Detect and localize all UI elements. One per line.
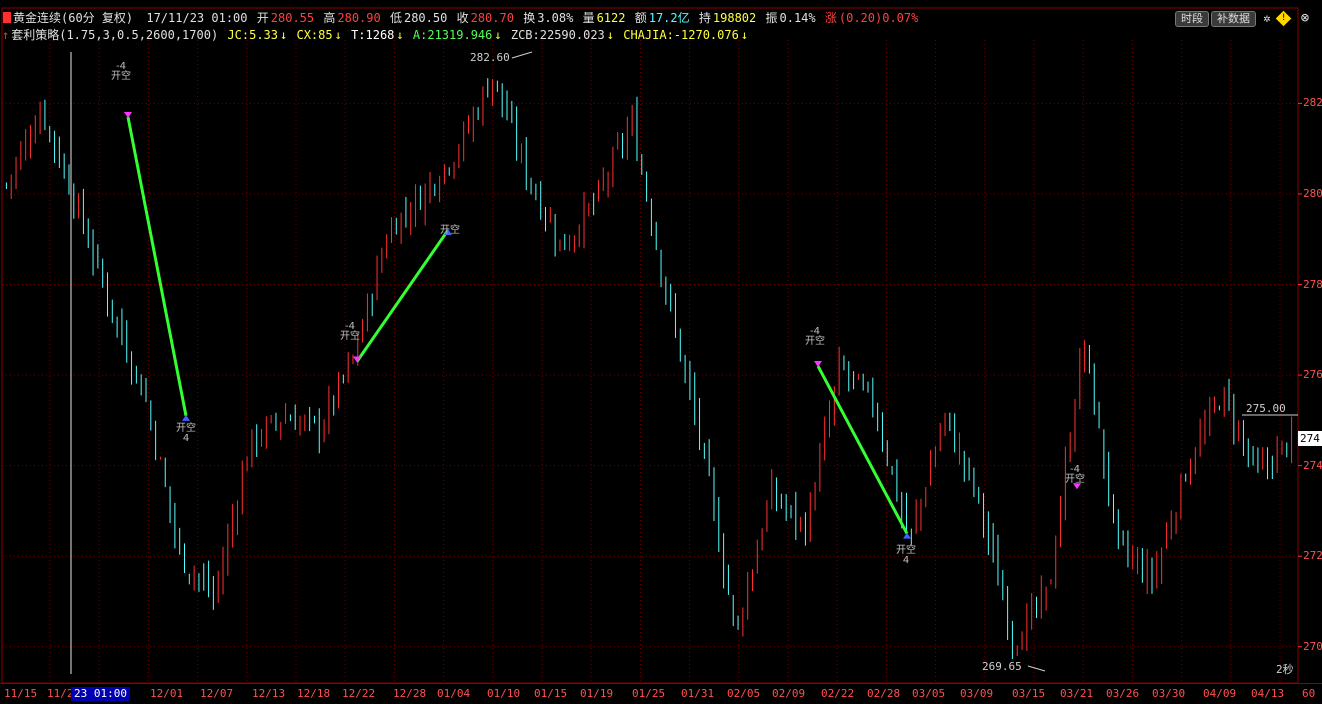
signal-label: 开空 4 [176,423,196,444]
volume-value: 6122 [596,11,626,25]
signal-label: -4 开空 [805,326,825,347]
x-tick-label: 12/28 [393,687,427,700]
y-tick-label: 272 [1303,549,1322,563]
x-tick-label: 03/26 [1106,687,1140,700]
max-leader-line [511,51,533,59]
signal-marker [903,532,911,539]
y-tick-label: 274 [1303,458,1322,472]
price-line-label: 275.00 [1246,402,1286,415]
y-tick-label: 270 [1303,639,1322,653]
signal-marker [814,361,822,368]
amplitude-value: 0.14% [779,11,816,25]
trade-line [355,229,450,363]
indicator-chajia: CHAJIA:-1270.076 [623,28,739,42]
signal-marker [124,111,132,118]
price-chart[interactable] [0,0,1322,703]
amount-value: 17.2亿 [648,11,690,25]
y-tick-label: 280 [1303,186,1322,200]
y-tick-label: 276 [1303,368,1322,382]
y-tick-label: 282 [1303,96,1322,110]
max-price-label: 282.60 [470,51,510,64]
turnover-value: 3.08% [537,11,574,25]
supplement-data-button[interactable]: 补数据 [1211,11,1256,27]
signal-label: 开空 [440,225,460,236]
signal-label: -4 开空 [1065,464,1085,485]
x-tick-label: 12/22 [342,687,376,700]
period-button[interactable]: 时段 [1175,11,1209,27]
settings-gear-icon[interactable]: ✲ [1260,11,1274,25]
open-interest-value: 198802 [712,11,757,25]
refresh-interval-label: 2秒 [1276,663,1294,676]
change-value: (0.20)0.07% [838,11,919,25]
plot-border [1,7,1299,684]
x-tick-label: 01/25 [632,687,666,700]
x-tick-label: 04/13 [1251,687,1285,700]
x-tick-label: 01/15 [534,687,568,700]
close-value: 280.70 [470,11,514,25]
signal-label: 开空 4 [896,545,916,566]
min-leader-line [1027,665,1046,672]
quote-header: 黄金连续(60分 复权) 17/11/23 01:00 开 280.55 高 280… [0,10,920,26]
symbol-menu-icon[interactable] [3,12,11,23]
x-tick-label: 03/30 [1152,687,1186,700]
x-tick-label: 01/19 [580,687,614,700]
x-tick-label: 12/13 [252,687,286,700]
x-tick-label: 11/2 [47,687,74,700]
low-value: 280.50 [403,11,448,25]
last-price-box: 274 [1298,431,1322,446]
min-price-label: 269.65 [982,660,1022,673]
x-tick-label: 03/05 [912,687,946,700]
indicator-name: 套利策略(1.75,3,0.5,2600,1700) [11,28,219,42]
indicator-arrow-icon[interactable]: ↑ [2,27,9,43]
open-value: 280.55 [270,11,315,25]
x-tick-label: 12/07 [200,687,234,700]
x-tick-label: 02/22 [821,687,855,700]
indicator-a: A:21319.946 [412,28,493,42]
high-value: 280.90 [337,11,381,25]
x-tick-label: 01/31 [681,687,715,700]
x-tick-label: 02/28 [867,687,901,700]
x-tick-label: 03/21 [1060,687,1094,700]
x-tick-label: 03/15 [1012,687,1046,700]
x-tick-label: 01/10 [487,687,521,700]
indicator-cx: CX:85 [296,28,333,42]
bar-datetime: 17/11/23 01:00 [146,11,248,25]
y-tick-label: 278 [1303,277,1322,291]
x-tick-label: 02/05 [727,687,761,700]
x-tick-label: 12/01 [150,687,184,700]
x-tick-label: 04/09 [1203,687,1237,700]
cursor-time-label: 23 01:00 [71,687,130,701]
indicator-zcb: ZCB:22590.023 [510,28,605,42]
close-icon[interactable]: ⊗ [1298,11,1312,25]
indicator-t: T:1268 [351,28,395,42]
x-tick-label: 11/15 [4,687,38,700]
x-tick-label: 01/04 [437,687,471,700]
symbol-title: 黄金连续(60分 复权) [13,11,134,25]
x-tick-label: 03/09 [960,687,994,700]
trade-line [816,365,909,535]
signal-marker [182,414,190,421]
indicator-jc: JC:5.33 [227,28,278,42]
x-tick-label: 60 [1302,687,1316,700]
signal-label: -4 开空 [111,61,131,82]
x-tick-label: 02/09 [772,687,806,700]
signal-label: -4 开空 [340,321,360,342]
x-tick-label: 12/18 [297,687,331,700]
indicator-header: ↑ 套利策略(1.75,3,0.5,2600,1700) JC:5.33 ↓ CX:… [2,27,749,43]
